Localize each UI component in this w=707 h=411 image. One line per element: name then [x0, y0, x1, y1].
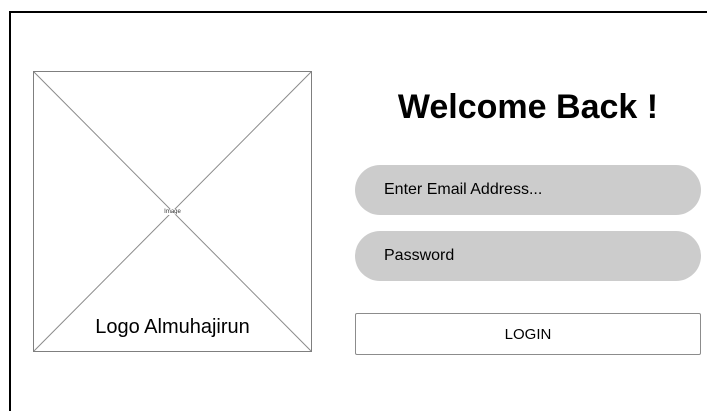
password-placeholder: Password: [384, 247, 455, 264]
email-placeholder: Enter Email Address...: [384, 181, 543, 198]
password-field[interactable]: Password: [355, 231, 701, 281]
email-field[interactable]: Enter Email Address...: [355, 165, 701, 215]
logo-caption: Logo Almuhajirun: [95, 316, 250, 338]
image-tag-label: Image: [163, 208, 182, 215]
login-button[interactable]: LOGIN: [355, 313, 701, 355]
logo-image-placeholder: Image Logo Almuhajirun: [33, 71, 312, 352]
page-title: Welcome Back !: [397, 88, 659, 126]
login-button-label: LOGIN: [504, 325, 552, 343]
